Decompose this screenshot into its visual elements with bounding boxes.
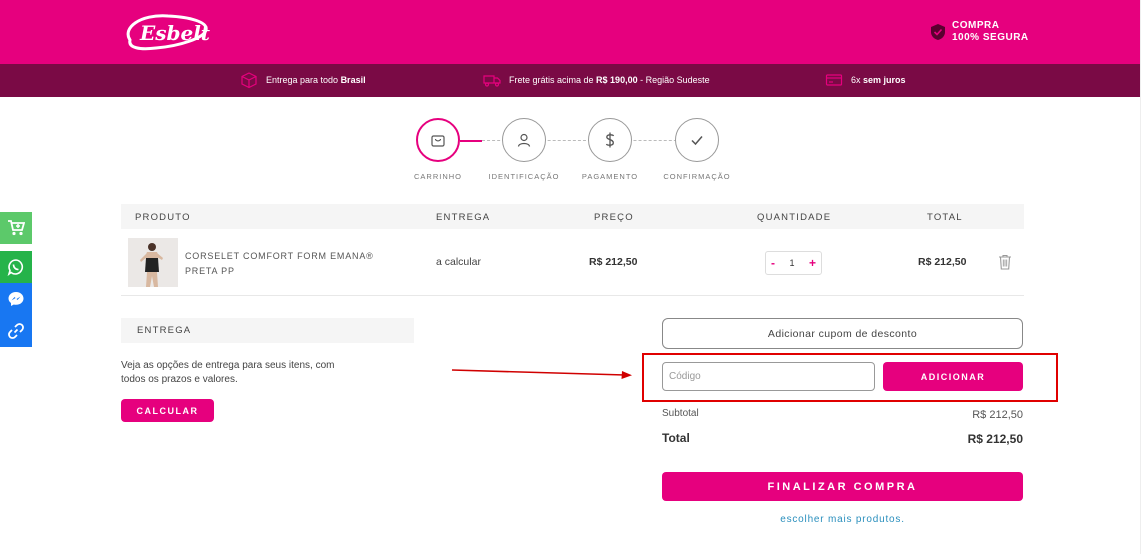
delivery-section-title: ENTREGA: [121, 318, 414, 343]
trash-icon[interactable]: [998, 254, 1012, 270]
continue-shopping-link[interactable]: escolher mais produtos.: [662, 514, 1023, 525]
annotation-arrow: [451, 369, 632, 379]
cart-item-row: CORSELET COMFORT FORM EMANA® PRETA PP a …: [121, 229, 1024, 296]
product-image: [128, 238, 178, 287]
product-name[interactable]: CORSELET COMFORT FORM EMANA® PRETA PP: [185, 249, 385, 279]
delivery-description: Veja as opções de entrega para seus iten…: [121, 360, 335, 385]
bag-icon: [431, 135, 445, 147]
item-price: R$ 212,50: [589, 256, 638, 268]
step-label-cart: CARRINHO: [413, 172, 462, 181]
social-whatsapp-button[interactable]: [0, 251, 32, 283]
step-label-identification: IDENTIFICAÇÃO: [488, 172, 560, 181]
secure-line-1: COMPRA: [952, 20, 1000, 31]
benefits-bar: Entrega para todo Brasil Frete grátis ac…: [0, 64, 1145, 97]
benefit-installments: 6x sem juros: [825, 71, 906, 89]
finalize-purchase-button[interactable]: FINALIZAR COMPRA: [662, 472, 1023, 501]
item-delivery: a calcular: [436, 256, 481, 268]
social-messenger-button[interactable]: [0, 283, 32, 315]
coupon-code-input[interactable]: [662, 362, 875, 391]
add-coupon-toggle[interactable]: Adicionar cupom de desconto: [662, 318, 1023, 349]
cart-table-header: PRODUTO ENTREGA PREÇO QUANTIDADE TOTAL: [121, 204, 1024, 229]
step-label-confirmation: CONFIRMAÇÃO: [663, 172, 731, 181]
header-total: TOTAL: [927, 212, 963, 223]
header-price: PREÇO: [594, 212, 634, 223]
subtotal-value: R$ 212,50: [972, 409, 1023, 421]
dollar-icon: [605, 132, 615, 148]
benefit-free-shipping: Frete grátis acima de R$ 190,00 - Região…: [483, 71, 710, 89]
total-value: R$ 212,50: [967, 432, 1023, 446]
header-quantity: QUANTIDADE: [757, 212, 832, 223]
quantity-increase-button[interactable]: +: [809, 256, 816, 270]
whatsapp-icon: [7, 259, 24, 276]
calculate-shipping-button[interactable]: CALCULAR: [121, 399, 214, 422]
checkout-steps: CARRINHO IDENTIFICAÇÃO PAGAMENTO CONFIRM…: [400, 118, 760, 188]
step-cart: CARRINHO: [398, 118, 478, 181]
box-icon: [241, 72, 257, 89]
truck-icon: [483, 75, 501, 87]
step-label-payment: PAGAMENTO: [581, 172, 639, 181]
header-delivery: ENTREGA: [436, 212, 491, 223]
link-icon: [8, 323, 24, 339]
user-icon: [517, 133, 531, 147]
total-label: Total: [662, 431, 690, 445]
credit-card-icon: [825, 74, 843, 86]
secure-line-2: 100% SEGURA: [952, 32, 1029, 43]
svg-text:Esbelt: Esbelt: [139, 21, 211, 45]
item-total: R$ 212,50: [918, 256, 967, 268]
social-link-button[interactable]: [0, 315, 32, 347]
apply-coupon-button[interactable]: ADICIONAR: [883, 362, 1023, 391]
quantity-value[interactable]: 1: [789, 258, 794, 268]
scrollbar-track[interactable]: [1140, 0, 1145, 554]
check-icon: [691, 136, 703, 146]
step-identification: IDENTIFICAÇÃO: [484, 118, 564, 181]
shield-icon: [931, 24, 945, 40]
header-product: PRODUTO: [135, 212, 191, 223]
social-cart-button[interactable]: [0, 212, 32, 244]
subtotal-label: Subtotal: [662, 408, 699, 419]
quantity-decrease-button[interactable]: -: [771, 256, 775, 270]
quantity-stepper: - 1 +: [765, 251, 822, 275]
cart-icon: [8, 220, 25, 236]
esbelt-logo[interactable]: Esbelt: [120, 10, 212, 56]
benefit-delivery: Entrega para todo Brasil: [240, 71, 366, 89]
product-thumbnail[interactable]: [128, 238, 178, 287]
step-confirmation: CONFIRMAÇÃO: [657, 118, 737, 181]
step-payment: PAGAMENTO: [570, 118, 650, 181]
messenger-icon: [8, 292, 24, 306]
site-header: Esbelt COMPRA 100% SEGURA: [0, 0, 1145, 64]
secure-purchase-badge: COMPRA 100% SEGURA: [930, 20, 1029, 44]
